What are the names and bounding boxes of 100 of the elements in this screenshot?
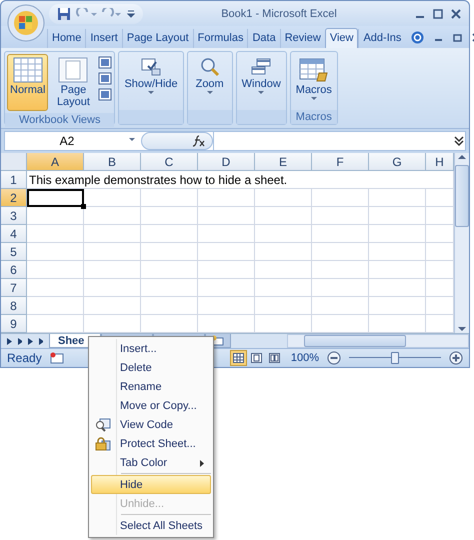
- ribbon-tab[interactable]: View: [324, 28, 358, 48]
- vertical-scrollbar[interactable]: [454, 153, 469, 333]
- ribbon-button[interactable]: Macros: [292, 54, 335, 108]
- table-cell[interactable]: [369, 225, 426, 243]
- table-cell[interactable]: [198, 279, 255, 297]
- column-header[interactable]: B: [84, 153, 141, 171]
- table-cell[interactable]: [255, 243, 312, 261]
- maximize-icon[interactable]: [433, 8, 443, 18]
- save-icon[interactable]: [57, 6, 71, 20]
- table-cell[interactable]: [312, 279, 369, 297]
- view-icon[interactable]: [98, 72, 112, 85]
- table-cell[interactable]: [84, 261, 141, 279]
- close-icon[interactable]: [451, 8, 461, 18]
- zoom-in-icon[interactable]: [449, 351, 463, 365]
- table-cell[interactable]: [27, 243, 84, 261]
- table-cell[interactable]: [84, 297, 141, 315]
- table-cell[interactable]: [255, 261, 312, 279]
- horizontal-scrollbar[interactable]: [287, 334, 469, 348]
- table-cell[interactable]: [27, 297, 84, 315]
- table-cell[interactable]: [141, 225, 198, 243]
- zoom-level[interactable]: 100%: [290, 352, 319, 364]
- menu-item[interactable]: Select All Sheets: [91, 516, 211, 535]
- menu-item[interactable]: Delete: [91, 358, 211, 377]
- table-cell[interactable]: [369, 279, 426, 297]
- table-cell[interactable]: [141, 261, 198, 279]
- column-header[interactable]: H: [426, 153, 454, 171]
- table-cell[interactable]: [369, 189, 426, 207]
- table-cell[interactable]: [369, 297, 426, 315]
- menu-item[interactable]: Hide: [91, 475, 211, 494]
- active-cell-handle[interactable]: [81, 204, 86, 209]
- menu-item[interactable]: View Code: [91, 415, 211, 434]
- ribbon-button[interactable]: Window: [238, 54, 284, 108]
- table-cell[interactable]: [84, 279, 141, 297]
- active-cell[interactable]: [27, 189, 84, 207]
- table-cell[interactable]: [27, 279, 84, 297]
- row-header[interactable]: 3: [1, 207, 27, 225]
- table-cell[interactable]: [84, 207, 141, 225]
- column-header[interactable]: C: [141, 153, 198, 171]
- column-header[interactable]: G: [369, 153, 426, 171]
- table-cell[interactable]: [198, 261, 255, 279]
- menu-item[interactable]: Tab Color: [91, 453, 211, 472]
- zoom-out-icon[interactable]: [327, 351, 341, 365]
- ribbon-button[interactable]: Zoom: [190, 54, 230, 108]
- table-cell[interactable]: [84, 225, 141, 243]
- ribbon-button[interactable]: Normal: [7, 54, 48, 112]
- column-header[interactable]: F: [312, 153, 369, 171]
- table-cell[interactable]: [255, 279, 312, 297]
- row-header[interactable]: 8: [1, 297, 27, 315]
- column-header[interactable]: D: [198, 153, 255, 171]
- view-icon[interactable]: [98, 88, 112, 101]
- table-cell[interactable]: [141, 207, 198, 225]
- help-icon[interactable]: [411, 31, 424, 44]
- table-cell[interactable]: [141, 279, 198, 297]
- table-cell[interactable]: [369, 261, 426, 279]
- customize-icon[interactable]: [127, 8, 135, 18]
- row-header[interactable]: 2: [1, 189, 27, 207]
- table-cell[interactable]: [198, 207, 255, 225]
- table-cell[interactable]: [27, 261, 84, 279]
- table-cell[interactable]: [255, 207, 312, 225]
- table-cell[interactable]: [255, 225, 312, 243]
- table-cell[interactable]: [27, 225, 84, 243]
- table-cell[interactable]: [255, 297, 312, 315]
- function-icon[interactable]: [192, 135, 206, 147]
- row-header[interactable]: 1: [1, 171, 27, 189]
- ribbon-button[interactable]: Page Layout: [50, 54, 96, 112]
- restore-icon[interactable]: [453, 33, 462, 42]
- row-header[interactable]: 7: [1, 279, 27, 297]
- view-button[interactable]: [230, 350, 247, 366]
- scroll-up-icon[interactable]: [457, 153, 467, 161]
- row-header[interactable]: 9: [1, 315, 27, 333]
- row-header[interactable]: 6: [1, 261, 27, 279]
- table-cell[interactable]: [312, 261, 369, 279]
- view-icon[interactable]: [98, 56, 112, 69]
- table-cell[interactable]: [312, 225, 369, 243]
- table-cell[interactable]: [198, 189, 255, 207]
- table-cell[interactable]: [84, 243, 141, 261]
- record-macro-icon[interactable]: [50, 352, 64, 364]
- table-cell[interactable]: [255, 189, 312, 207]
- menu-item[interactable]: Rename: [91, 377, 211, 396]
- menu-item[interactable]: Protect Sheet...: [91, 434, 211, 453]
- expand-icon[interactable]: [453, 134, 465, 148]
- table-cell[interactable]: [198, 243, 255, 261]
- row-header[interactable]: 4: [1, 225, 27, 243]
- menu-item[interactable]: Move or Copy...: [91, 396, 211, 415]
- select-all-corner[interactable]: [1, 153, 27, 171]
- table-cell[interactable]: [141, 297, 198, 315]
- table-cell[interactable]: [198, 297, 255, 315]
- table-cell[interactable]: [369, 243, 426, 261]
- table-cell[interactable]: [312, 189, 369, 207]
- ribbon-button[interactable]: Show/Hide: [121, 54, 181, 108]
- column-header[interactable]: A: [27, 153, 84, 171]
- table-cell[interactable]: [141, 243, 198, 261]
- table-cell[interactable]: [27, 207, 84, 225]
- column-header[interactable]: E: [255, 153, 312, 171]
- zoom-slider-thumb[interactable]: [391, 352, 399, 364]
- table-cell[interactable]: [141, 189, 198, 207]
- table-cell[interactable]: [369, 207, 426, 225]
- table-cell[interactable]: [312, 243, 369, 261]
- table-cell[interactable]: [312, 297, 369, 315]
- table-cell[interactable]: [312, 207, 369, 225]
